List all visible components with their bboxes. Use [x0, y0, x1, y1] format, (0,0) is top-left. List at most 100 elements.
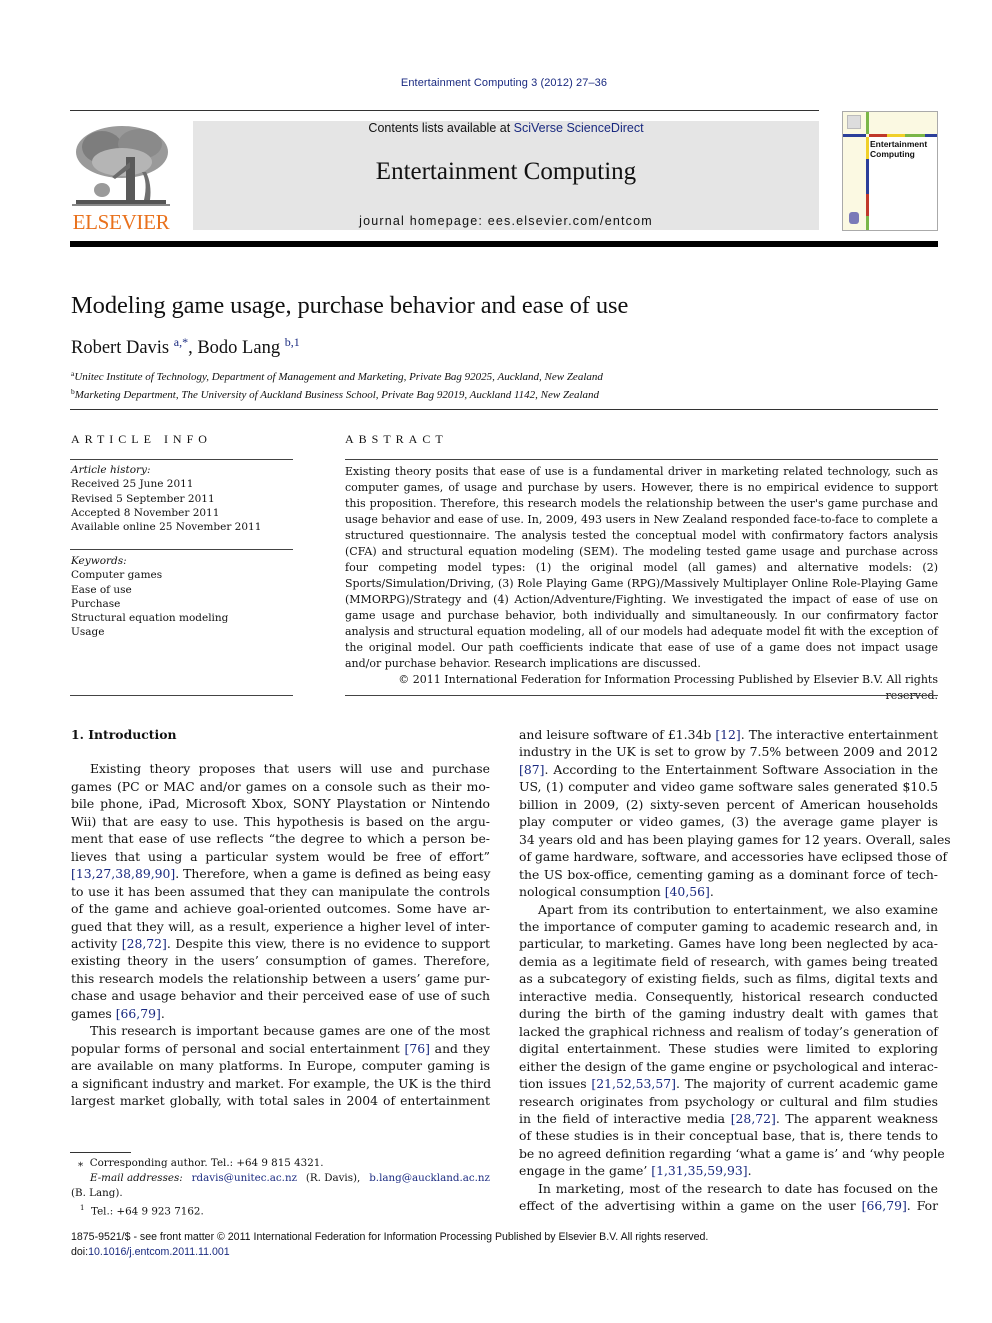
text-segment: .	[160, 1005, 165, 1021]
article-info-heading: ARTICLE INFO	[71, 432, 212, 446]
text-segment: popular forms of personal and social ent…	[71, 1040, 405, 1056]
text-segment: digital entertainment. These studies wer…	[519, 1041, 938, 1057]
text-line: gued that they will, as a result, experi…	[71, 918, 490, 935]
text-line: games [66,79].	[71, 1005, 490, 1022]
elsevier-logo[interactable]: ELSEVIER	[70, 120, 172, 234]
journal-homepage-link[interactable]: journal homepage: ees.elsevier.com/entco…	[193, 214, 819, 228]
elsevier-wordmark: ELSEVIER	[72, 210, 170, 234]
title-divider	[70, 409, 938, 410]
text-segment: . The majority of current academic game	[675, 1076, 938, 1092]
author-separator: ,	[188, 338, 198, 358]
article-history-label: Article history:	[71, 464, 151, 476]
email-link[interactable]: b.lang@auckland.ac.nz	[369, 1171, 490, 1186]
abstract: Existing theory posits that ease of use …	[345, 464, 938, 704]
citation-link[interactable]: [40,56]	[665, 884, 710, 899]
corresponding-author-note: ⁎ Corresponding author. Tel.: +64 9 815 …	[71, 1156, 490, 1171]
text-line: digital entertainment. These studies wer…	[519, 1040, 938, 1057]
text-segment: 34 years old and has been playing games …	[519, 831, 951, 847]
history-item: Accepted 8 November 2011	[71, 506, 220, 519]
email-link[interactable]: rdavis@unitec.ac.nz	[192, 1171, 297, 1186]
text-segment: . According to the Entertainment Softwar…	[544, 761, 938, 777]
email-owner: (B. Lang).	[71, 1187, 123, 1199]
text-line: Apart from its contribution to entertain…	[519, 901, 938, 918]
text-segment: nological consumption	[519, 884, 665, 900]
text-segment: the US box-office, cementing gaming as a…	[519, 866, 938, 882]
text-line: interactive media. Consequently, histori…	[519, 988, 938, 1005]
affiliation: aUnitec Institute of Technology, Departm…	[71, 367, 603, 385]
keywords-rule	[70, 549, 293, 550]
text-line: either the design of the game engine or …	[519, 1058, 938, 1075]
text-segment: a significant industry and market. For e…	[71, 1075, 491, 1091]
text-line: as a subcategory of existing fields, suc…	[519, 970, 938, 987]
citation-link[interactable]: [76]	[405, 1041, 430, 1056]
text-line: largest market globally, with total sale…	[71, 1092, 490, 1109]
text-line: 34 years old and has been playing games …	[519, 831, 951, 848]
text-segment: industry in the UK is set to grow by 7.5…	[519, 744, 938, 760]
citation-link[interactable]: [28,72]	[122, 936, 167, 951]
author-marks[interactable]: b,1	[285, 335, 300, 349]
text-line: ment that ease of use reflects “the degr…	[71, 830, 490, 847]
text-segment: US, (1) computer and video game software…	[519, 779, 938, 795]
text-segment: In marketing, most of the research to da…	[538, 1180, 938, 1196]
text-line: US, (1) computer and video game software…	[519, 778, 938, 795]
citation-link[interactable]: [66,79]	[116, 1006, 161, 1021]
elsevier-tree-icon	[72, 122, 170, 210]
phone-note: 1 Tel.: +64 9 923 7162.	[71, 1201, 490, 1219]
affiliations: aUnitec Institute of Technology, Departm…	[71, 367, 603, 402]
affiliation-text: Unitec Institute of Technology, Departme…	[74, 371, 603, 383]
footnote-text: Corresponding author. Tel.: +64 9 815 43…	[89, 1157, 324, 1169]
text-line: [13,27,38,89,90]. Therefore, when a game…	[71, 865, 490, 882]
doi-prefix: doi:	[71, 1246, 89, 1258]
author-name[interactable]: Robert Davis	[71, 338, 169, 358]
text-line: the importance of computer gaming to aca…	[519, 918, 938, 935]
abstract-heading: ABSTRACT	[345, 432, 448, 446]
email-note: E-mail addresses: rdavis@unitec.ac.nz (R…	[71, 1171, 490, 1186]
text-line: of game hardware, software, and accessor…	[519, 848, 947, 865]
citation-link[interactable]: [21,52,53,57]	[591, 1076, 676, 1091]
text-segment: ment that ease of use reflects “the degr…	[71, 831, 490, 847]
text-segment: Wii) that are easy to use. This hypothes…	[71, 813, 490, 829]
text-line: industry in the UK is set to grow by 7.5…	[519, 743, 938, 760]
text-line: This research is important because games…	[71, 1022, 490, 1039]
text-line: and leisure software of £1.34b [12]. The…	[519, 726, 938, 743]
citation-link[interactable]: [66,79]	[862, 1198, 907, 1213]
keywords: Keywords: Computer games Ease of use Pur…	[71, 554, 293, 640]
keyword: Usage	[71, 626, 105, 639]
author-marks[interactable]: a,*	[174, 335, 188, 349]
keyword: Structural equation modeling	[71, 612, 229, 625]
email-label: E-mail addresses:	[90, 1172, 183, 1184]
citation-link[interactable]: [13,27,38,89,90]	[71, 866, 175, 881]
text-line: this research models the relationship be…	[71, 970, 490, 987]
article-info-end-rule	[70, 695, 293, 696]
keyword: Ease of use	[71, 583, 132, 596]
text-segment: interactive media. Consequently, histori…	[519, 988, 938, 1004]
text-line: existing theory in the users’ consumptio…	[71, 952, 490, 969]
text-line: particular, to marketing. Games have lon…	[519, 935, 938, 952]
journal-reference-link[interactable]: Entertainment Computing 3 (2012) 27–36	[0, 77, 992, 89]
text-segment: Apart from its contribution to entertain…	[538, 901, 938, 917]
text-line: of these studies is in their conceptual …	[519, 1127, 938, 1144]
text-segment: tion issues	[519, 1076, 592, 1092]
author-list: Robert Davis a,*, Bodo Lang b,1	[71, 335, 300, 359]
affiliation-text: Marketing Department, The University of …	[74, 388, 600, 401]
footnote-mark: ⁎	[78, 1157, 84, 1169]
doi-link[interactable]: 10.1016/j.entcom.2011.11.001	[88, 1246, 230, 1258]
text-line: billion in 2009, (2) sixty-seven percent…	[519, 796, 938, 813]
text-line: Existing theory proposes that users will…	[71, 760, 490, 777]
citation-link[interactable]: [12]	[715, 727, 740, 742]
text-segment: lieves that using a particular system wo…	[71, 848, 490, 864]
text-segment: are available on many platforms. In Euro…	[71, 1058, 490, 1074]
text-line: [87]. According to the Entertainment Sof…	[519, 761, 938, 778]
cover-title: Entertainment Computing	[869, 137, 937, 230]
text-line: play computer or video games, (3) the av…	[519, 813, 938, 830]
citation-link[interactable]: [87]	[519, 762, 544, 777]
text-segment: largest market globally, with total sale…	[71, 1093, 490, 1109]
journal-cover-thumbnail[interactable]: Entertainment Computing	[842, 111, 938, 231]
sciencedirect-link[interactable]: SciVerse ScienceDirect	[514, 121, 644, 135]
cover-stripe	[866, 112, 869, 134]
author-name[interactable]: Bodo Lang	[197, 338, 280, 358]
text-line: nological consumption [40,56].	[519, 883, 938, 900]
citation-link[interactable]: [28,72]	[731, 1111, 776, 1126]
citation-link[interactable]: [1,31,35,59,93]	[651, 1163, 747, 1178]
text-segment: lacked the graphical richness and realis…	[519, 1023, 938, 1039]
